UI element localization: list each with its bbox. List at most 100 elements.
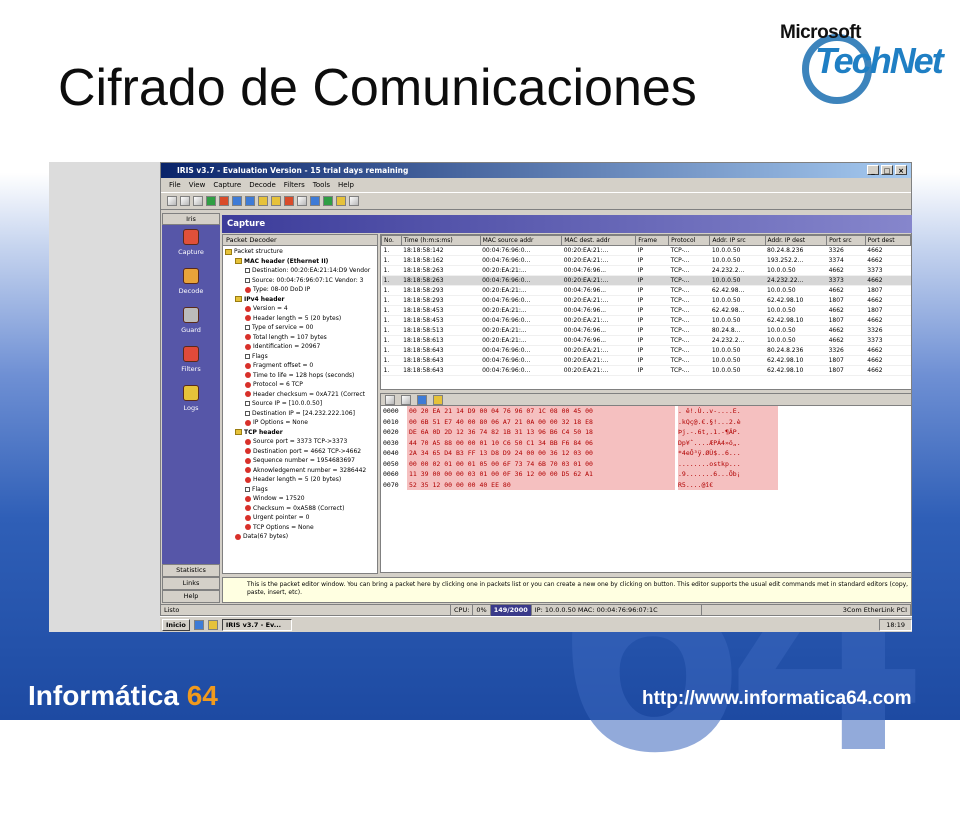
- save-icon[interactable]: [193, 196, 203, 206]
- footer-url[interactable]: http://www.informatica64.com: [642, 688, 912, 710]
- alert-icon[interactable]: [336, 196, 346, 206]
- tree-node[interactable]: Header length = 5 (20 bytes): [225, 314, 377, 324]
- task-button-iris[interactable]: IRIS v3.7 - Ev...: [221, 618, 292, 631]
- list-icon[interactable]: [245, 196, 255, 206]
- tree-node[interactable]: IPv4 header: [225, 295, 377, 305]
- tree-node[interactable]: TCP header: [225, 428, 377, 438]
- stats-icon[interactable]: [271, 196, 281, 206]
- hex-row[interactable]: 0020 DE 6A 0D 2D 12 36 74 82 1B 31 13 96 …: [381, 427, 911, 438]
- hex-row[interactable]: 0010 00 6B 51 E7 40 00 80 06 A7 21 0A 00 …: [381, 416, 911, 427]
- sidebar-item-logs[interactable]: Logs: [162, 381, 220, 420]
- minimize-button[interactable]: _: [867, 165, 879, 175]
- new-packet-icon[interactable]: [385, 394, 395, 405]
- hex-row[interactable]: 0000 00 20 EA 21 14 D9 00 04 76 96 07 1C …: [381, 406, 911, 417]
- tree-node[interactable]: Source IP = [10.0.0.50]: [225, 399, 377, 409]
- column-header[interactable]: Protocol: [668, 235, 711, 246]
- table-row[interactable]: 1. 18:18:58:263 00:04:76:96:0... 00:20:EA:2…: [381, 275, 911, 286]
- tree-node[interactable]: Version = 4: [225, 304, 377, 314]
- table-row[interactable]: 1. 18:18:58:453 00:20:EA:21:... 00:04:76:96…: [381, 305, 911, 316]
- menu-tools[interactable]: Tools: [313, 178, 330, 192]
- table-row[interactable]: 1. 18:18:58:162 00:04:76:96:0... 00:20:EA:2…: [381, 255, 911, 266]
- column-header[interactable]: MAC dest. addr: [561, 235, 637, 246]
- hex-row[interactable]: 0060 11 39 00 00 00 03 01 00 0F 36 12 00 …: [381, 469, 911, 480]
- tree-node[interactable]: Aknowledgement number = 3286442: [225, 466, 377, 476]
- column-header[interactable]: Addr. IP dest: [764, 235, 828, 246]
- column-header[interactable]: No.: [381, 235, 402, 246]
- column-header[interactable]: Port src: [826, 235, 866, 246]
- tree-node[interactable]: Total length = 107 bytes: [225, 333, 377, 343]
- table-row[interactable]: 1. 18:18:58:453 00:04:76:96:0... 00:20:EA:2…: [381, 315, 911, 326]
- sidebar-item-filters[interactable]: Filters: [162, 342, 220, 381]
- find-icon[interactable]: [297, 196, 307, 206]
- new-icon[interactable]: [167, 196, 177, 206]
- hex-row[interactable]: 0070 52 35 12 00 00 00 40 EE 80 R5....@î€: [381, 479, 911, 490]
- sidebar-header[interactable]: Iris: [162, 213, 220, 225]
- tree-node[interactable]: Packet structure: [225, 247, 377, 257]
- tree-node[interactable]: Checksum = 0xA588 (Correct): [225, 504, 377, 514]
- window-titlebar[interactable]: IRIS v3.7 - Evaluation Version - 15 tria…: [161, 163, 911, 178]
- tree-node[interactable]: Destination: 00:20:EA:21:14:D9 Vendor: [225, 266, 377, 276]
- hex-row[interactable]: 0030 44 70 A5 88 00 00 01 10 C6 50 C1 34 …: [381, 437, 911, 448]
- settings-icon[interactable]: [323, 196, 333, 206]
- tree-node[interactable]: Urgent pointer = 0: [225, 513, 377, 523]
- open-icon[interactable]: [180, 196, 190, 206]
- tree-node[interactable]: Identification = 20967: [225, 342, 377, 352]
- tree-node[interactable]: Source: 00:04:76:96:07:1C Vendor: 3: [225, 276, 377, 286]
- chart-icon[interactable]: [258, 196, 268, 206]
- sidebar-item-decode[interactable]: Decode: [162, 264, 220, 303]
- tree-node[interactable]: Header length = 5 (20 bytes): [225, 475, 377, 485]
- menu-file[interactable]: File: [169, 178, 181, 192]
- menu-help[interactable]: Help: [338, 178, 354, 192]
- tree-node[interactable]: Destination IP = [24.232.222.106]: [225, 409, 377, 419]
- menu-capture[interactable]: Capture: [213, 178, 241, 192]
- table-row[interactable]: 1. 18:18:58:293 00:04:76:96:0... 00:20:EA:2…: [381, 295, 911, 306]
- view-icon[interactable]: [232, 196, 242, 206]
- hex-row[interactable]: 0050 00 00 02 01 00 01 05 00 6F 73 74 6B …: [381, 458, 911, 469]
- menu-filters[interactable]: Filters: [284, 178, 305, 192]
- maximize-button[interactable]: □: [881, 165, 893, 175]
- send-packet-icon[interactable]: [417, 394, 427, 405]
- tree-node[interactable]: MAC header (Ethernet II): [225, 257, 377, 267]
- quicklaunch-icon[interactable]: [207, 619, 218, 630]
- table-row[interactable]: 1. 18:18:58:613 00:20:EA:21:... 00:04:76:96…: [381, 335, 911, 346]
- play-icon[interactable]: [206, 196, 216, 206]
- tree-node[interactable]: Protocol = 6 TCP: [225, 380, 377, 390]
- tree-node[interactable]: Header checksum = 0xA721 (Correct: [225, 390, 377, 400]
- sidebar-help[interactable]: Help: [162, 590, 220, 603]
- quicklaunch-icon[interactable]: [193, 619, 204, 630]
- clock-icon[interactable]: [310, 196, 320, 206]
- edit-packet-icon[interactable]: [433, 394, 443, 405]
- filter-icon[interactable]: [284, 196, 294, 206]
- tree-node[interactable]: Destination port = 4662 TCP->4662: [225, 447, 377, 457]
- table-row[interactable]: 1. 18:18:58:293 00:20:EA:21:... 00:04:76:96…: [381, 285, 911, 296]
- close-button[interactable]: ×: [895, 165, 907, 175]
- column-header[interactable]: Frame: [635, 235, 670, 246]
- tree-node[interactable]: Fragment offset = 0: [225, 361, 377, 371]
- tree-node[interactable]: Time to life = 128 hops (seconds): [225, 371, 377, 381]
- tree-node[interactable]: Data(67 bytes): [225, 532, 377, 542]
- tree-node[interactable]: Sequence number = 1954683697: [225, 456, 377, 466]
- column-header[interactable]: Time (h:m:s:ms): [400, 235, 481, 246]
- sidebar-links[interactable]: Links: [162, 577, 220, 590]
- help-icon[interactable]: [349, 196, 359, 206]
- table-row[interactable]: 1. 18:18:58:142 00:04:76:96:0... 00:20:EA:2…: [381, 245, 911, 256]
- stop-icon[interactable]: [219, 196, 229, 206]
- tree-node[interactable]: Type of service = 00: [225, 323, 377, 333]
- table-row[interactable]: 1. 18:18:58:643 00:04:76:96:0... 00:20:EA:2…: [381, 365, 911, 376]
- tree-node[interactable]: Type: 08-00 DoD IP: [225, 285, 377, 295]
- table-row[interactable]: 1. 18:18:58:513 00:20:EA:21:... 00:04:76:96…: [381, 325, 911, 336]
- menu-view[interactable]: View: [189, 178, 206, 192]
- tree-node[interactable]: Flags: [225, 352, 377, 362]
- column-header[interactable]: MAC source addr: [479, 235, 563, 246]
- sidebar-statistics[interactable]: Statistics: [162, 564, 220, 577]
- table-row[interactable]: 1. 18:18:58:643 00:04:76:96:0... 00:20:EA:2…: [381, 355, 911, 366]
- column-header[interactable]: Port dest: [864, 235, 911, 246]
- save-packet-icon[interactable]: [401, 394, 411, 405]
- tree-node[interactable]: Source port = 3373 TCP->3373: [225, 437, 377, 447]
- sidebar-item-capture[interactable]: Capture: [162, 225, 220, 264]
- start-button[interactable]: Inicio: [162, 618, 190, 631]
- tree-node[interactable]: IP Options = None: [225, 418, 377, 428]
- tree-node[interactable]: Window = 17520: [225, 494, 377, 504]
- sidebar-item-guard[interactable]: Guard: [162, 303, 220, 342]
- menu-decode[interactable]: Decode: [249, 178, 276, 192]
